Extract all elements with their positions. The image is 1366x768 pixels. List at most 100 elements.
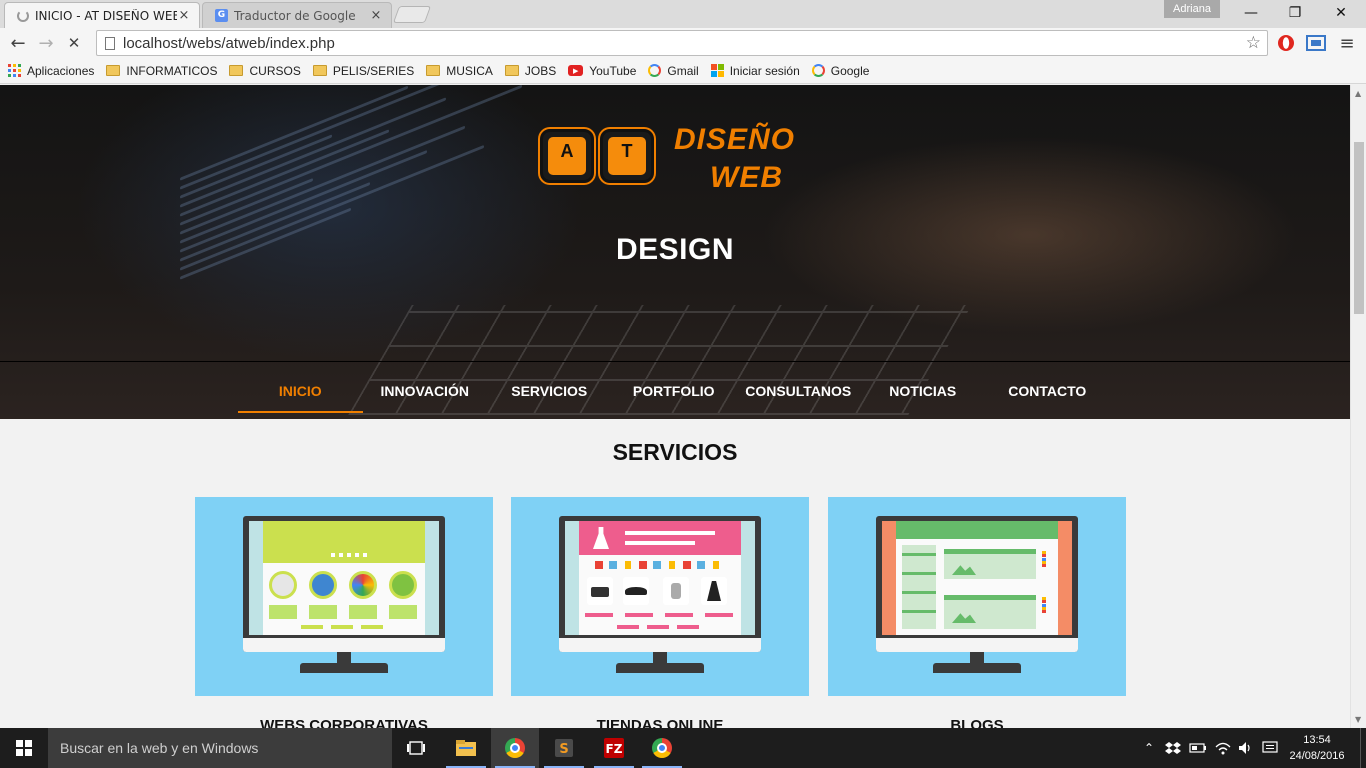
tray-expand-icon[interactable]: ⌃ bbox=[1140, 728, 1158, 768]
google-translate-icon: G bbox=[215, 9, 228, 22]
bookmark-cursos[interactable]: CURSOS bbox=[229, 63, 301, 78]
browser-toolbar: ← → ✕ localhost/webs/atweb/index.php ☆ bbox=[0, 28, 1366, 58]
chrome-taskbar-2[interactable] bbox=[638, 728, 686, 768]
tab-traductor[interactable]: G Traductor de Google × bbox=[202, 2, 392, 28]
bookmark-label: PELIS/SERIES bbox=[332, 63, 415, 78]
nav-portfolio[interactable]: PORTFOLIO bbox=[612, 371, 737, 413]
chrome-taskbar[interactable] bbox=[491, 728, 539, 768]
page-scrollbar[interactable]: ▲ ▼ bbox=[1350, 85, 1366, 728]
bookmark-pelis-series[interactable]: PELIS/SERIES bbox=[312, 63, 415, 78]
svg-text:S: S bbox=[559, 742, 568, 757]
loading-spinner-icon bbox=[17, 9, 29, 22]
back-button[interactable]: ← bbox=[6, 32, 30, 54]
site-logo[interactable]: A T DISEÑO WEB bbox=[538, 123, 808, 194]
page-viewport: A T DISEÑO WEB DESIGN INICIO INNOVACIÓN … bbox=[0, 85, 1350, 728]
bookmark-label: CURSOS bbox=[249, 63, 301, 78]
start-button[interactable] bbox=[0, 728, 48, 768]
tab-inicio[interactable]: INICIO - AT DISEÑO WEB × bbox=[4, 2, 200, 28]
nav-innovacion[interactable]: INNOVACIÓN bbox=[363, 371, 488, 413]
bookmark-google[interactable]: Google bbox=[811, 63, 870, 78]
bookmark-informaticos[interactable]: INFORMATICOS bbox=[106, 64, 217, 78]
monitor-illustration bbox=[559, 516, 761, 652]
bookmarks-bar: Aplicaciones INFORMATICOS CURSOS PELIS/S… bbox=[0, 58, 1366, 84]
sublime-taskbar[interactable]: S bbox=[540, 728, 588, 768]
bookmark-star-icon[interactable]: ☆ bbox=[1246, 33, 1261, 53]
folder-icon bbox=[106, 65, 121, 76]
service-card-tiendas-online[interactable] bbox=[511, 497, 809, 696]
bookmark-youtube[interactable]: ▶ YouTube bbox=[568, 64, 636, 78]
section-title: SERVICIOS bbox=[612, 439, 738, 465]
filezilla-taskbar[interactable]: FZ bbox=[590, 728, 638, 768]
tab-close-icon[interactable]: × bbox=[177, 8, 191, 23]
service-label: TIENDAS ONLINE bbox=[596, 717, 724, 728]
sublime-text-icon: S bbox=[555, 739, 573, 757]
cast-extension-icon[interactable] bbox=[1305, 32, 1327, 54]
notifications-icon[interactable] bbox=[1258, 728, 1282, 768]
nav-contacto[interactable]: CONTACTO bbox=[985, 371, 1110, 413]
bookmark-label: MUSICA bbox=[446, 63, 493, 78]
folder-icon bbox=[312, 65, 327, 76]
taskbar-search-box[interactable]: Buscar en la web y en Windows bbox=[48, 728, 392, 768]
tab-title: Traductor de Google bbox=[234, 8, 356, 23]
restore-button[interactable]: ❐ bbox=[1272, 0, 1318, 26]
close-window-button[interactable]: ✕ bbox=[1318, 0, 1364, 26]
service-label: BLOGS bbox=[950, 717, 1004, 728]
apps-grid-icon bbox=[8, 64, 21, 77]
youtube-icon: ▶ bbox=[568, 65, 584, 76]
microsoft-icon bbox=[710, 64, 724, 77]
forward-button[interactable]: → bbox=[34, 32, 58, 54]
stop-button[interactable]: ✕ bbox=[62, 32, 86, 54]
minimize-button[interactable]: — bbox=[1228, 0, 1274, 26]
battery-icon[interactable] bbox=[1186, 728, 1210, 768]
folder-icon bbox=[229, 65, 244, 76]
scroll-up-icon[interactable]: ▲ bbox=[1355, 89, 1361, 98]
nav-consultanos[interactable]: CONSULTANOS bbox=[736, 371, 861, 413]
taskbar-clock[interactable]: 13:54 24/08/2016 bbox=[1286, 732, 1348, 764]
bookmark-label: Google bbox=[830, 63, 870, 78]
volume-icon[interactable] bbox=[1236, 728, 1256, 768]
logo-text-web: WEB bbox=[710, 161, 783, 194]
show-desktop-button[interactable] bbox=[1360, 728, 1366, 768]
hero-title: DESIGN bbox=[615, 233, 735, 266]
main-navigation: INICIO INNOVACIÓN SERVICIOS PORTFOLIO CO… bbox=[238, 371, 1110, 413]
nav-noticias[interactable]: NOTICIAS bbox=[861, 371, 986, 413]
nav-servicios[interactable]: SERVICIOS bbox=[487, 371, 612, 413]
service-card-webs-corporativas[interactable] bbox=[195, 497, 493, 696]
scroll-down-icon[interactable]: ▼ bbox=[1355, 715, 1361, 724]
chrome-menu-icon[interactable]: ≡ bbox=[1336, 32, 1358, 54]
bookmark-label: Iniciar sesión bbox=[729, 63, 800, 78]
bookmark-gmail[interactable]: Gmail bbox=[648, 63, 699, 78]
profile-button[interactable]: Adriana bbox=[1164, 0, 1220, 18]
task-view-button[interactable] bbox=[392, 728, 440, 768]
logo-key-t: T bbox=[600, 129, 654, 183]
wifi-icon[interactable] bbox=[1212, 728, 1234, 768]
new-tab-button[interactable] bbox=[392, 6, 432, 23]
service-card-blogs[interactable] bbox=[828, 497, 1126, 696]
task-view-icon bbox=[407, 741, 425, 755]
nav-inicio[interactable]: INICIO bbox=[238, 371, 363, 413]
service-label: WEBS CORPORATIVAS bbox=[260, 717, 428, 728]
url-text[interactable]: localhost/webs/atweb/index.php bbox=[123, 35, 335, 52]
bookmark-jobs[interactable]: JOBS bbox=[504, 63, 557, 78]
scrollbar-thumb[interactable] bbox=[1354, 142, 1364, 314]
bookmark-musica[interactable]: MUSICA bbox=[426, 64, 493, 78]
windows-taskbar: Buscar en la web y en Windows S FZ ⌃ 13:… bbox=[0, 728, 1366, 768]
opera-extension-icon[interactable] bbox=[1275, 32, 1297, 54]
folder-icon bbox=[456, 740, 476, 756]
logo-key-a: A bbox=[540, 129, 594, 183]
tab-close-icon[interactable]: × bbox=[369, 8, 383, 23]
page-icon bbox=[105, 36, 115, 50]
browser-tab-strip: INICIO - AT DISEÑO WEB × G Traductor de … bbox=[0, 0, 1366, 28]
folder-icon bbox=[504, 65, 519, 76]
svg-text:FZ: FZ bbox=[606, 742, 623, 756]
bookmark-label: Gmail bbox=[667, 63, 699, 78]
bookmark-label: Aplicaciones bbox=[27, 63, 95, 78]
chrome-icon bbox=[652, 738, 672, 758]
bookmark-apps[interactable]: Aplicaciones bbox=[8, 64, 94, 78]
address-bar[interactable]: localhost/webs/atweb/index.php ☆ bbox=[96, 30, 1268, 56]
dropbox-icon[interactable] bbox=[1162, 728, 1184, 768]
bookmark-label: JOBS bbox=[524, 63, 557, 78]
bookmark-iniciar-sesion[interactable]: Iniciar sesión bbox=[710, 63, 800, 78]
file-explorer-taskbar[interactable] bbox=[442, 728, 490, 768]
hero-banner: A T DISEÑO WEB DESIGN INICIO INNOVACIÓN … bbox=[0, 85, 1350, 419]
